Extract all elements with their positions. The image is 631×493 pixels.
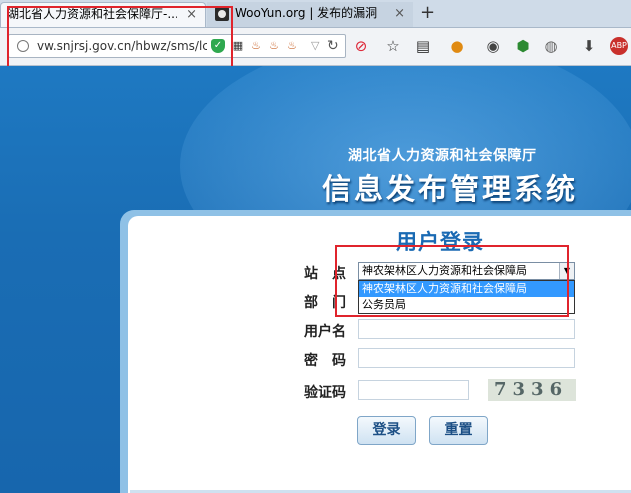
palette-icon[interactable]: ◉ (484, 37, 502, 55)
close-icon[interactable]: × (394, 2, 405, 25)
page-title: 信息发布管理系统 (322, 172, 579, 206)
star-icon[interactable]: ☆ (384, 37, 402, 55)
reading-list-icon[interactable]: ▤ (414, 37, 432, 55)
chevron-down-icon[interactable]: ▽ (311, 39, 319, 52)
captcha-image[interactable]: 7336 (488, 379, 576, 401)
new-tab-button[interactable]: + (420, 2, 435, 24)
username-label: 用户名 (304, 324, 346, 340)
dropdown-highlight-box (335, 245, 569, 317)
download-icon[interactable]: ⬇ (580, 37, 598, 55)
page-subtitle: 湖北省人力资源和社会保障厅 (348, 148, 537, 164)
tab-wooyun[interactable]: WooYun.org | 发布的漏洞 × (207, 2, 413, 27)
captcha-input[interactable] (358, 380, 469, 400)
settings-dropdown-icon[interactable]: ◍ (542, 37, 560, 55)
green-shield-icon[interactable]: ⬢ (514, 37, 532, 55)
java-icon[interactable]: ♨ (267, 39, 281, 53)
java-icon[interactable]: ♨ (249, 39, 263, 53)
extension-badge-icon[interactable]: ● (448, 37, 466, 55)
reload-icon[interactable]: ↻ (327, 38, 339, 54)
password-label: 密 码 (304, 353, 346, 369)
captcha-label: 验证码 (304, 385, 346, 401)
tab-title: WooYun.org | 发布的漏洞 (235, 6, 378, 20)
username-input[interactable] (358, 319, 575, 339)
reset-button[interactable]: 重置 (429, 416, 488, 445)
block-icon[interactable]: ⊘ (352, 37, 370, 55)
password-input[interactable] (358, 348, 575, 368)
qr-code-icon[interactable]: ▦ (231, 39, 245, 53)
java-icon[interactable]: ♨ (285, 39, 299, 53)
login-button[interactable]: 登录 (357, 416, 416, 445)
adblock-icon[interactable]: ABP (610, 37, 628, 55)
